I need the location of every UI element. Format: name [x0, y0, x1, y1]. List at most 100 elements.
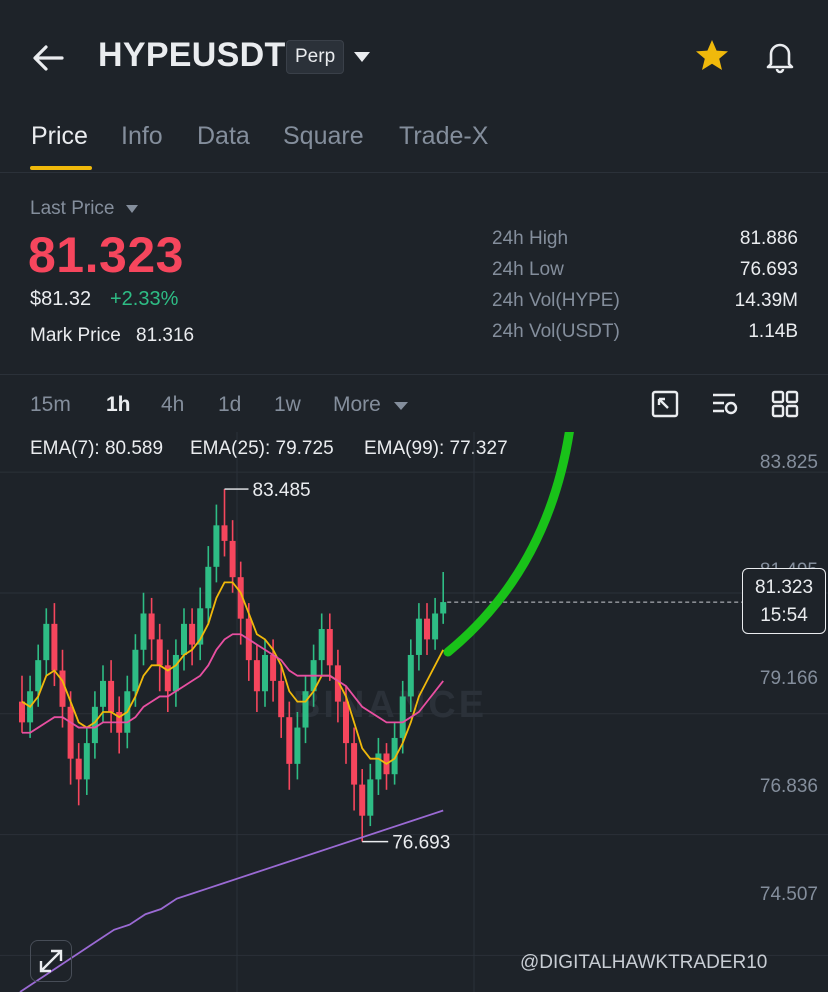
candle-body-30	[262, 654, 268, 692]
high-marker-label: 83.485	[253, 480, 311, 501]
axis-label-1: 83.825	[759, 452, 818, 473]
candles-layer	[19, 489, 447, 842]
pair-title[interactable]: HYPEUSDT	[98, 36, 286, 75]
interval-1d[interactable]: 1d	[218, 393, 241, 417]
candle-body-16	[148, 613, 155, 640]
candle-body-31	[270, 654, 277, 681]
indicator-settings-icon[interactable]	[710, 389, 740, 419]
candle-body-15	[140, 613, 147, 650]
candle-body-48	[407, 654, 414, 697]
candle-body-6	[67, 706, 74, 759]
candle-body-8	[83, 743, 90, 780]
interval-more[interactable]: More	[333, 393, 381, 417]
expand-chart-button[interactable]	[30, 940, 72, 982]
candle-body-19	[172, 654, 179, 692]
stat-24h-high-value: 81.886	[739, 228, 798, 249]
candle-body-10	[100, 680, 106, 707]
candle-body-51	[432, 613, 439, 640]
axis-label-3: 79.166	[759, 668, 818, 689]
candle-body-49	[415, 618, 422, 655]
candle-body-0	[19, 701, 25, 723]
stat-24h-high-label: 24h High	[492, 228, 569, 249]
grid-layout-icon[interactable]	[770, 389, 800, 419]
mark-price-label: Mark Price	[30, 325, 121, 346]
chart-watermark: BINANCE	[293, 684, 487, 726]
tab-data[interactable]: Data	[197, 122, 250, 151]
candle-body-14	[132, 649, 139, 692]
candle-body-7	[75, 758, 82, 780]
candle-body-43	[367, 779, 374, 816]
ema-7-line	[21, 581, 444, 765]
current-price-tag: 81.323 15:54	[742, 568, 826, 634]
candle-body-20	[181, 623, 187, 655]
stat-24h-low-value: 76.693	[739, 259, 798, 280]
interval-1h[interactable]: 1h	[106, 393, 131, 417]
favorite-star-icon[interactable]	[694, 38, 730, 74]
interval-bar: 15m 1h 4h 1d 1w More	[0, 374, 828, 433]
stat-24h-vol-hype-value: 14.39M	[734, 290, 798, 311]
last-price-dropdown-icon[interactable]	[126, 205, 138, 213]
back-arrow-icon[interactable]	[28, 38, 68, 78]
candle-countdown: 15:54	[760, 605, 808, 626]
axis-label-5: 74.507	[759, 884, 818, 905]
user-watermark: @DIGITALHAWKTRADER10	[520, 952, 768, 973]
candle-body-29	[253, 660, 260, 692]
candle-body-9	[91, 706, 98, 744]
candle-body-24	[213, 525, 220, 567]
candle-body-17	[156, 639, 163, 666]
candle-body-33	[286, 717, 293, 764]
candlestick-chart[interactable]: BINANCE 83.485 76.693	[0, 432, 828, 992]
candle-body-41	[351, 743, 358, 785]
candle-body-50	[424, 618, 430, 640]
stat-24h-vol-usdt-value: 1.14B	[748, 321, 798, 342]
marker-layer: 83.485 76.693	[224, 480, 742, 854]
candle-body-47	[399, 696, 406, 738]
candle-body-25	[221, 525, 228, 541]
stat-24h-vol-usdt-label: 24h Vol(USDT)	[492, 321, 620, 342]
candle-body-44	[375, 753, 382, 780]
candle-body-32	[278, 680, 285, 718]
annotation-arrow	[443, 432, 574, 657]
bell-icon[interactable]	[762, 38, 798, 74]
active-tab-indicator	[30, 166, 92, 170]
last-price-label[interactable]: Last Price	[30, 198, 114, 220]
fullscreen-chart-icon[interactable]	[650, 389, 680, 419]
mark-price-value: 81.316	[136, 325, 195, 346]
interval-1w[interactable]: 1w	[274, 393, 301, 417]
candle-body-35	[302, 691, 309, 728]
pair-dropdown-icon[interactable]	[354, 52, 370, 62]
stat-24h-low-label: 24h Low	[492, 259, 564, 280]
axis-label-4: 76.836	[759, 776, 818, 797]
candle-body-23	[205, 566, 212, 609]
interval-15m[interactable]: 15m	[30, 393, 71, 417]
tab-info[interactable]: Info	[121, 122, 163, 151]
usd-price: $81.32	[30, 288, 92, 310]
candle-body-34	[294, 727, 301, 764]
header-bar: HYPEUSDT Perp	[0, 0, 828, 112]
candle-body-11	[108, 680, 115, 712]
ema-99-line	[19, 809, 444, 992]
tab-trade-x[interactable]: Trade-X	[399, 122, 488, 151]
candle-body-40	[343, 701, 349, 744]
price-change-percent: +2.33%	[110, 288, 179, 310]
expand-arrows-icon	[39, 949, 63, 973]
stat-24h-vol-hype-label: 24h Vol(HYPE)	[492, 290, 620, 311]
candle-body-4	[51, 623, 58, 671]
candle-body-26	[229, 540, 236, 578]
candle-body-21	[189, 623, 196, 645]
more-chevron-down-icon[interactable]	[394, 402, 408, 410]
candle-body-38	[326, 629, 333, 666]
interval-4h[interactable]: 4h	[161, 393, 184, 417]
current-price-tag-value: 81.323	[754, 577, 814, 598]
tab-square[interactable]: Square	[283, 122, 364, 151]
candle-body-3	[43, 623, 50, 661]
tab-price[interactable]: Price	[31, 122, 88, 151]
candle-body-2	[35, 660, 42, 692]
perp-badge: Perp	[286, 40, 345, 74]
candle-body-52	[440, 602, 447, 614]
low-marker-label: 76.693	[392, 833, 450, 854]
candle-body-37	[318, 629, 325, 661]
tab-bar: Price Info Data Square Trade-X	[0, 112, 828, 173]
ema-layer	[19, 581, 444, 992]
last-price-value: 81.323	[28, 227, 184, 283]
